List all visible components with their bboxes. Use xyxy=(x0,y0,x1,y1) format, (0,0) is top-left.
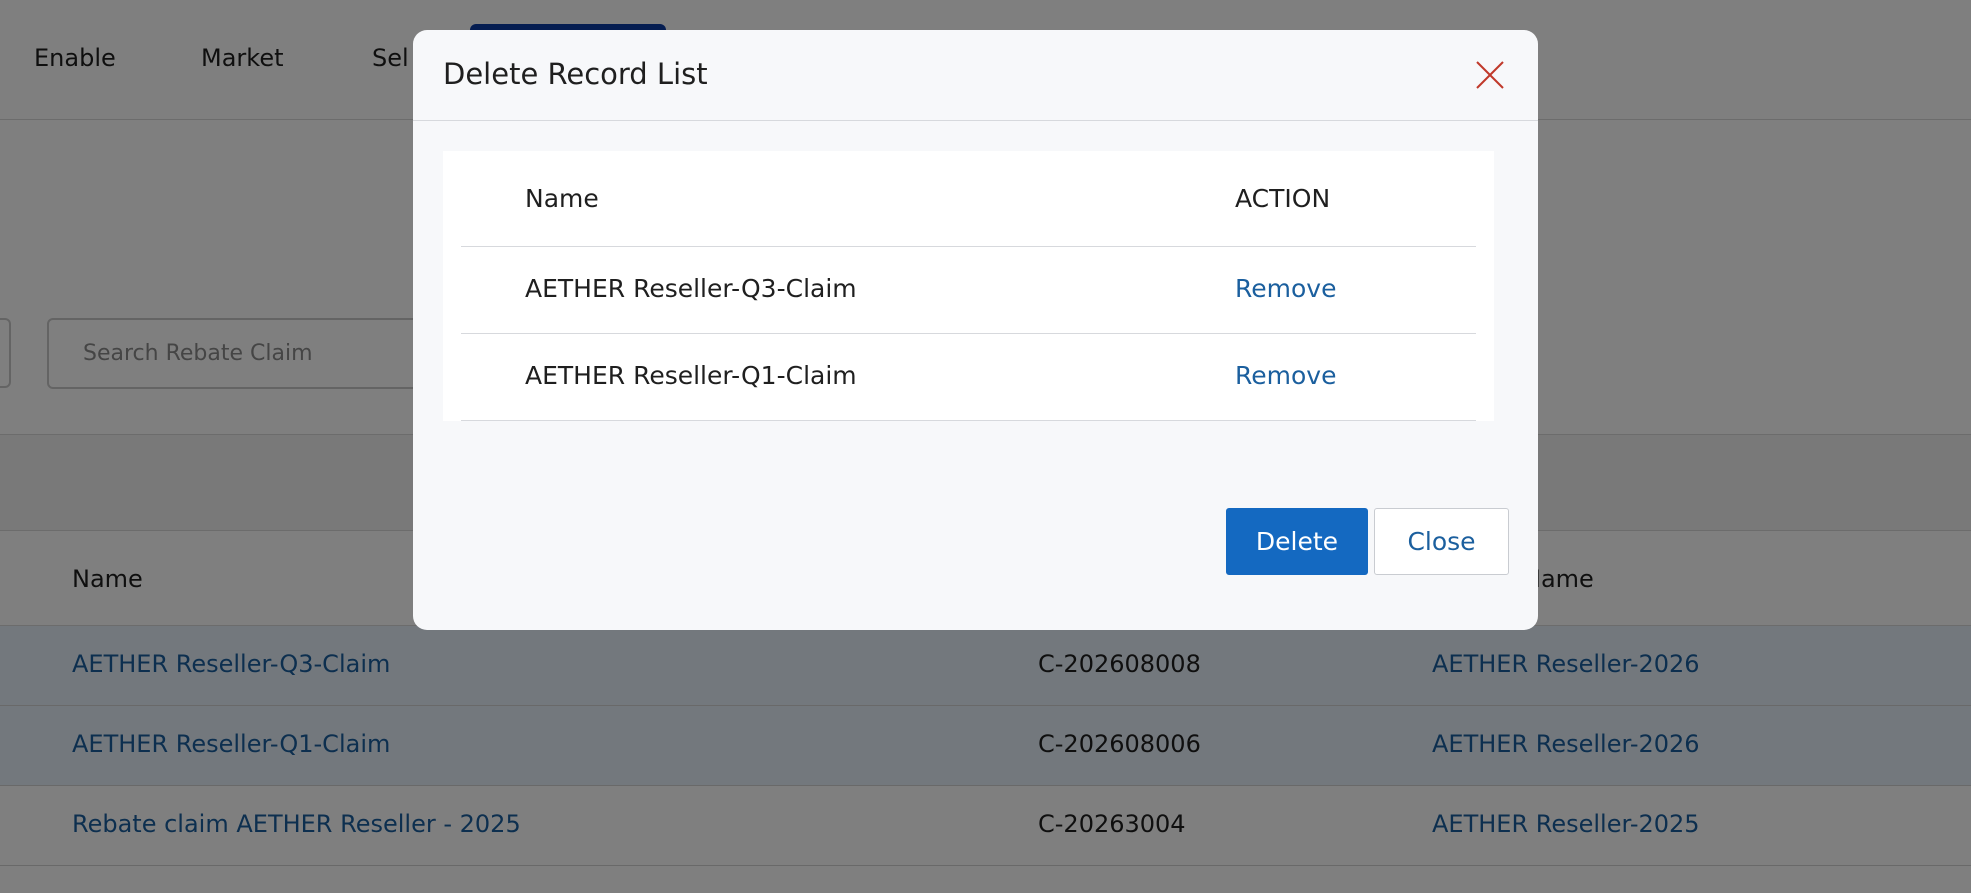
list-header-action: ACTION xyxy=(1235,184,1331,213)
modal-header: Delete Record List xyxy=(413,30,1538,121)
list-item-name: AETHER Reseller-Q1-Claim xyxy=(525,361,857,390)
record-list: Name ACTION AETHER Reseller-Q3-Claim Rem… xyxy=(443,151,1494,421)
modal-title: Delete Record List xyxy=(443,57,708,91)
close-button[interactable]: Close xyxy=(1374,508,1509,575)
remove-link[interactable]: Remove xyxy=(1235,274,1336,303)
close-icon[interactable] xyxy=(1475,60,1505,90)
delete-record-list-modal: Delete Record List Name ACTION AETHER Re… xyxy=(413,30,1538,630)
list-header-name: Name xyxy=(525,184,599,213)
delete-button[interactable]: Delete xyxy=(1226,508,1368,575)
list-item: AETHER Reseller-Q3-Claim Remove xyxy=(461,247,1476,334)
list-item: AETHER Reseller-Q1-Claim Remove xyxy=(461,334,1476,421)
record-list-header: Name ACTION xyxy=(461,151,1476,247)
list-item-name: AETHER Reseller-Q3-Claim xyxy=(525,274,857,303)
remove-link[interactable]: Remove xyxy=(1235,361,1336,390)
